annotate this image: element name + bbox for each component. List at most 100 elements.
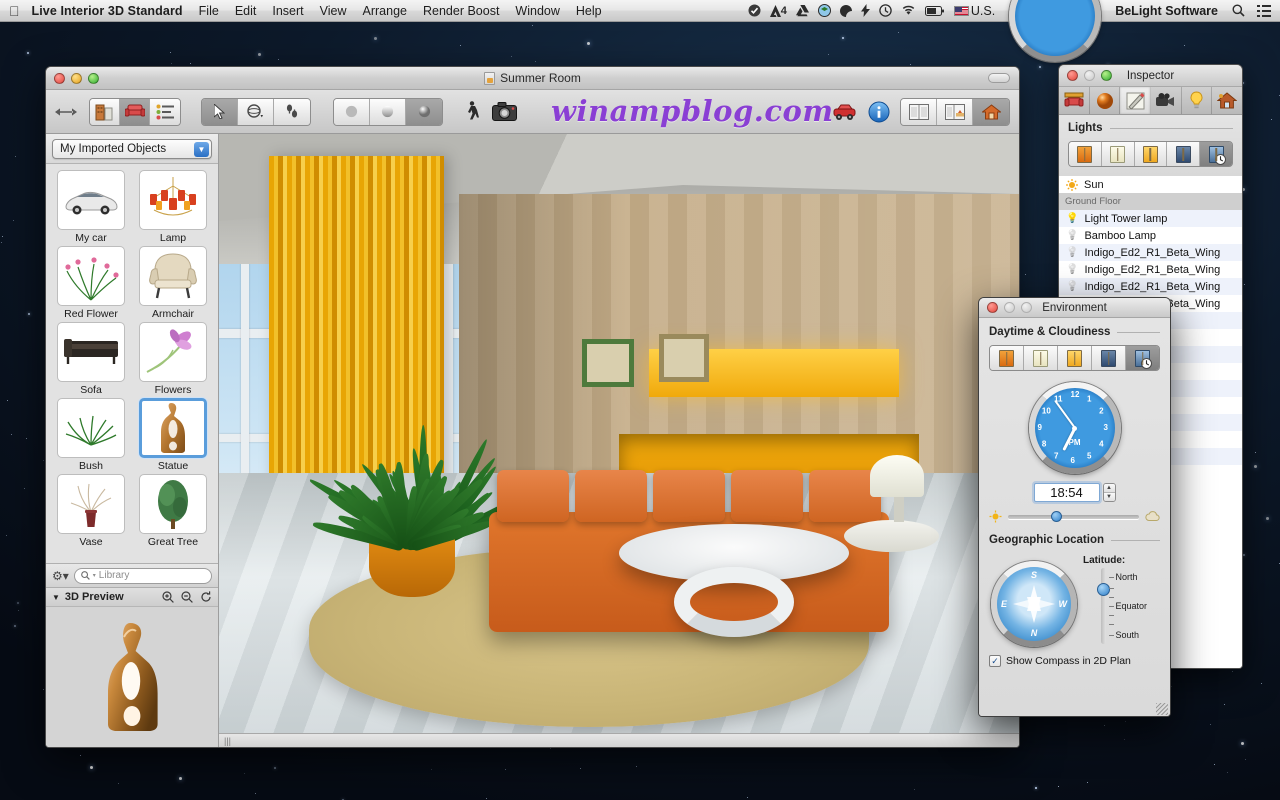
checkmark-icon[interactable]: ✓	[989, 655, 1001, 667]
furniture-mode-button[interactable]	[120, 99, 150, 125]
latitude-slider-knob[interactable]	[1097, 583, 1110, 596]
menu-item-render-boost[interactable]: Render Boost	[423, 4, 499, 18]
light-list-item[interactable]: 💡 Indigo_Ed2_R1_Beta_Wing	[1059, 278, 1242, 295]
camera-icon[interactable]	[492, 102, 517, 122]
window-night-icon[interactable]	[1092, 346, 1126, 370]
window-day-icon[interactable]	[1024, 346, 1058, 370]
environment-titlebar[interactable]: Environment	[979, 298, 1170, 318]
light-list-item[interactable]: 💡 Indigo_Ed2_R1_Beta_Wing	[1059, 244, 1242, 261]
library-item-statue[interactable]: Statue	[133, 398, 213, 472]
wifi-icon[interactable]	[901, 5, 916, 16]
3d-viewport[interactable]: |||	[219, 134, 1019, 747]
rotate-icon[interactable]	[200, 591, 212, 603]
time-input[interactable]: 18:54	[1034, 483, 1100, 502]
arrow-select-tool-button[interactable]	[202, 99, 238, 125]
flat-shading-button[interactable]	[334, 99, 370, 125]
info-icon[interactable]	[868, 101, 890, 123]
checkmark-circle-icon[interactable]	[748, 4, 761, 17]
window-day-icon[interactable]	[1102, 142, 1135, 166]
menu-item-window[interactable]: Window	[515, 4, 559, 18]
split-3d-view-button[interactable]	[937, 99, 973, 125]
library-item-bush[interactable]: Bush	[51, 398, 131, 472]
preview-viewport[interactable]	[46, 607, 218, 747]
compass-dial[interactable]: N S E W	[991, 561, 1077, 647]
window-dawn-icon[interactable]	[990, 346, 1024, 370]
library-item-lamp[interactable]: Lamp	[133, 170, 213, 244]
preview-header[interactable]: ▼ 3D Preview	[46, 587, 218, 607]
dropbox-icon[interactable]	[818, 4, 831, 17]
inspector-tab-furniture[interactable]	[1059, 87, 1090, 114]
resize-grip-icon[interactable]	[1156, 703, 1168, 715]
window-dusk-icon[interactable]	[1058, 346, 1092, 370]
menu-clock[interactable]: Mon 4:46 PM	[1009, 0, 1101, 62]
bulb-off-icon[interactable]: 💡	[1066, 247, 1078, 258]
flash-icon[interactable]	[861, 4, 870, 17]
bulb-on-icon[interactable]: 💡	[1066, 213, 1078, 224]
menu-item-arrange[interactable]: Arrange	[363, 4, 407, 18]
search-icon[interactable]	[1232, 4, 1245, 17]
viewport-status-bar[interactable]: |||	[219, 733, 1019, 747]
window-custom-time-icon[interactable]	[1126, 346, 1159, 370]
stepper-down-icon[interactable]: ▼	[1104, 493, 1115, 501]
notification-center-icon[interactable]	[1257, 5, 1271, 17]
window-dawn-icon[interactable]	[1069, 142, 1102, 166]
bulb-off-icon[interactable]: 💡	[1066, 230, 1078, 241]
zoom-out-icon[interactable]	[181, 591, 193, 603]
library-item-armchair[interactable]: Armchair	[133, 246, 213, 320]
house-view-button[interactable]	[973, 99, 1009, 125]
menu-item-insert[interactable]: Insert	[272, 4, 303, 18]
building-mode-button[interactable]	[90, 99, 120, 125]
menu-user-name[interactable]: BeLight Software	[1115, 4, 1218, 18]
cloudiness-slider-knob[interactable]	[1051, 511, 1062, 522]
toolbar-toggle-button[interactable]	[988, 73, 1010, 83]
glossy-shading-button[interactable]	[406, 99, 442, 125]
orbit-tool-button[interactable]	[238, 99, 274, 125]
light-list-item[interactable]: 💡 Light Tower lamp	[1059, 210, 1242, 227]
bulb-off-icon[interactable]: 💡	[1066, 264, 1078, 275]
chevron-down-icon[interactable]: ▼	[194, 142, 209, 157]
red-car-icon[interactable]	[832, 102, 858, 121]
bulb-off-icon[interactable]: 💡	[1066, 281, 1078, 292]
window-night-icon[interactable]	[1167, 142, 1200, 166]
search-dropdown-icon[interactable]: ▾	[93, 572, 96, 579]
apple-logo-icon[interactable]: 	[9, 4, 20, 18]
walk-tool-button[interactable]	[274, 99, 310, 125]
menu-item-file[interactable]: File	[199, 4, 219, 18]
inspector-tab-camera[interactable]	[1151, 87, 1182, 114]
battery-icon[interactable]	[925, 6, 944, 16]
time-machine-icon[interactable]	[879, 4, 892, 17]
inspector-titlebar[interactable]: Inspector	[1059, 65, 1242, 87]
evernote-icon[interactable]	[840, 5, 852, 17]
resize-arrows-icon[interactable]	[55, 106, 77, 118]
stepper-up-icon[interactable]: ▲	[1104, 484, 1115, 493]
window-custom-time-icon[interactable]	[1200, 142, 1232, 166]
input-language-flag-icon[interactable]	[954, 6, 971, 16]
disclosure-triangle-icon[interactable]: ▼	[52, 593, 60, 602]
inspector-tab-house[interactable]	[1212, 87, 1242, 114]
show-compass-checkbox-row[interactable]: ✓ Show Compass in 2D Plan	[989, 655, 1160, 667]
split-view-button[interactable]	[901, 99, 937, 125]
library-item-flowers[interactable]: Flowers	[133, 322, 213, 396]
zoom-in-icon[interactable]	[162, 591, 174, 603]
light-list-item[interactable]: 💡 Bamboo Lamp	[1059, 227, 1242, 244]
menu-item-help[interactable]: Help	[576, 4, 602, 18]
menu-item-view[interactable]: View	[320, 4, 347, 18]
window-dusk-icon[interactable]	[1135, 142, 1168, 166]
inspector-tab-edit[interactable]	[1120, 87, 1151, 114]
latitude-slider[interactable]: North Equator South	[1093, 568, 1151, 644]
gear-icon[interactable]: ⚙▾	[52, 569, 69, 583]
library-item-vase[interactable]: Vase	[51, 474, 131, 548]
library-item-red-flower[interactable]: Red Flower	[51, 246, 131, 320]
inspector-tab-light[interactable]	[1182, 87, 1213, 114]
inspector-tab-material[interactable]	[1090, 87, 1121, 114]
library-item-great-tree[interactable]: Great Tree	[133, 474, 213, 548]
cloudiness-slider[interactable]	[1008, 515, 1139, 519]
menu-app-name[interactable]: Live Interior 3D Standard	[32, 4, 183, 18]
light-list-item[interactable]: Sun	[1059, 176, 1242, 193]
window-titlebar[interactable]: Summer Room	[46, 67, 1019, 90]
gradient-shading-button[interactable]	[370, 99, 406, 125]
list-mode-button[interactable]	[150, 99, 180, 125]
google-drive-icon[interactable]	[796, 5, 809, 17]
daytime-clock[interactable]: PM 12 1 2 3 4 5 6 7 8 9 10 11	[1029, 382, 1121, 474]
walkthrough-person-icon[interactable]	[463, 101, 480, 122]
